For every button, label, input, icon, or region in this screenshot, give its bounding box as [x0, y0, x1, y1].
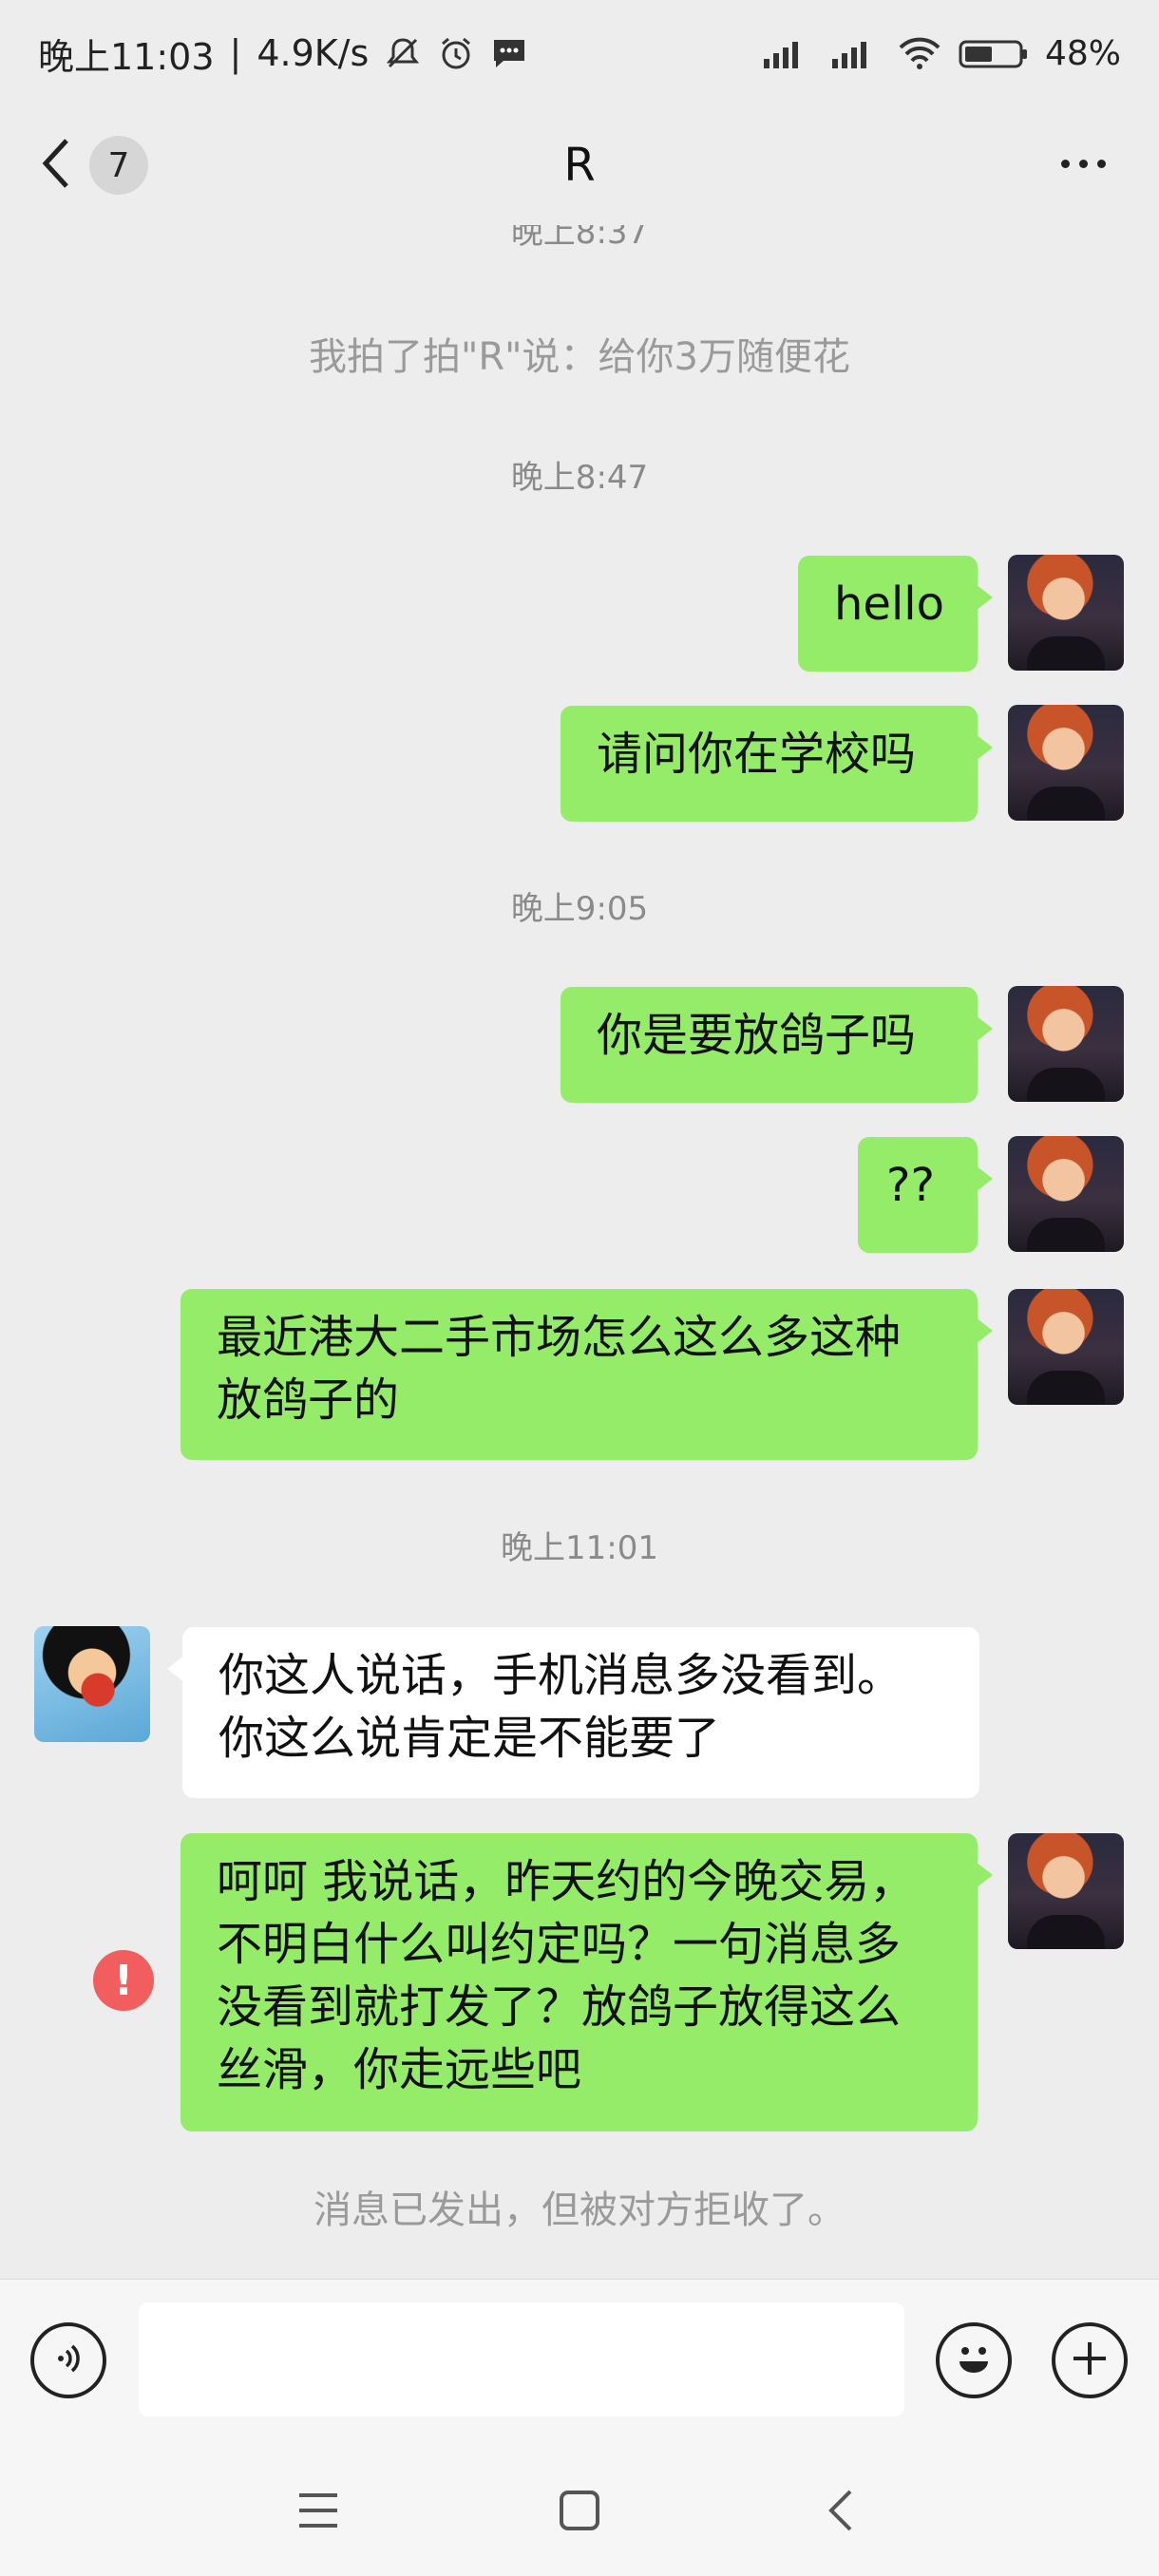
emoji-icon: [945, 2330, 1002, 2391]
my-avatar[interactable]: [1008, 705, 1124, 821]
my-avatar[interactable]: [1008, 986, 1124, 1102]
alarm-icon: [437, 34, 475, 72]
more-dot: [1096, 159, 1106, 168]
send-failed-icon[interactable]: !: [93, 1950, 154, 2011]
status-bar: 晚上11:03 | 4.9K/s 48%: [0, 0, 1159, 106]
wifi-icon: [897, 34, 942, 72]
my-message-bubble[interactable]: 最近港大二手市场怎么这么多这种 放鸽子的: [180, 1289, 993, 1460]
back-icon: [824, 2488, 858, 2537]
timestamp: 晚上11:01: [501, 1529, 658, 1567]
chat-header: 7 R: [0, 106, 1159, 225]
contact-message-bubble[interactable]: 你这人说话，手机消息多没看到。 你这么说肯定是不能要了: [167, 1627, 979, 1798]
add-button[interactable]: [1052, 2322, 1128, 2398]
my-message-bubble[interactable]: 呵呵 我说话，昨天约的今晚交易， 不明白什么叫约定吗？一句消息多 没看到就打发了…: [180, 1833, 993, 2131]
status-left: 晚上11:03 | 4.9K/s: [38, 28, 528, 80]
bell-off-icon: [384, 34, 422, 72]
signal-icon: [760, 34, 813, 72]
my-avatar[interactable]: [1008, 1833, 1124, 1949]
my-message-bubble[interactable]: 请问你在学校吗: [560, 706, 993, 822]
input-bar: [0, 2279, 1159, 2441]
more-options-button[interactable]: [1045, 135, 1121, 192]
voice-button[interactable]: [30, 2322, 106, 2398]
status-separator: |: [229, 32, 242, 74]
message-list[interactable]: 晚上8:37 我拍了拍"R"说：给你3万随便花 晚上8:47 hello 请问你…: [0, 225, 1159, 2279]
status-time: 晚上11:03: [38, 35, 215, 78]
my-message-bubble[interactable]: hello: [798, 556, 993, 672]
home-button[interactable]: [551, 2484, 608, 2541]
message-input[interactable]: [139, 2302, 904, 2416]
nav-back-button[interactable]: [812, 2484, 869, 2541]
my-avatar[interactable]: [1008, 1289, 1124, 1405]
message-icon: [490, 34, 528, 72]
timestamp: 晚上8:47: [510, 459, 649, 497]
my-avatar[interactable]: [1008, 1136, 1124, 1252]
more-dot: [1060, 159, 1070, 168]
emoji-button[interactable]: [936, 2322, 1012, 2398]
menu-icon: [295, 2490, 341, 2535]
plus-icon: [1066, 2335, 1113, 2386]
home-icon: [557, 2488, 602, 2537]
menu-button[interactable]: [290, 2484, 347, 2541]
network-speed: 4.9K/s: [256, 32, 370, 74]
my-message-bubble[interactable]: ??: [858, 1137, 993, 1253]
status-right: 48%: [760, 34, 1121, 73]
chat-title: R: [563, 139, 596, 192]
timestamp: 晚上9:05: [510, 890, 649, 928]
signal-icon: [828, 34, 882, 72]
battery-percent: 48%: [1044, 33, 1121, 73]
voice-icon: [48, 2338, 89, 2383]
contact-avatar[interactable]: [34, 1626, 150, 1742]
my-avatar[interactable]: [1008, 555, 1124, 671]
pat-notice: 我拍了拍"R"说：给你3万随便花: [308, 335, 851, 379]
system-nav-bar: [0, 2440, 1159, 2576]
battery-icon: [958, 34, 1030, 72]
rejected-notice: 消息已发出，但被对方拒收了。: [314, 2188, 846, 2232]
timestamp: 晚上8:37: [510, 225, 649, 252]
more-dot: [1078, 159, 1088, 168]
my-message-bubble[interactable]: 你是要放鸽子吗: [560, 987, 993, 1103]
